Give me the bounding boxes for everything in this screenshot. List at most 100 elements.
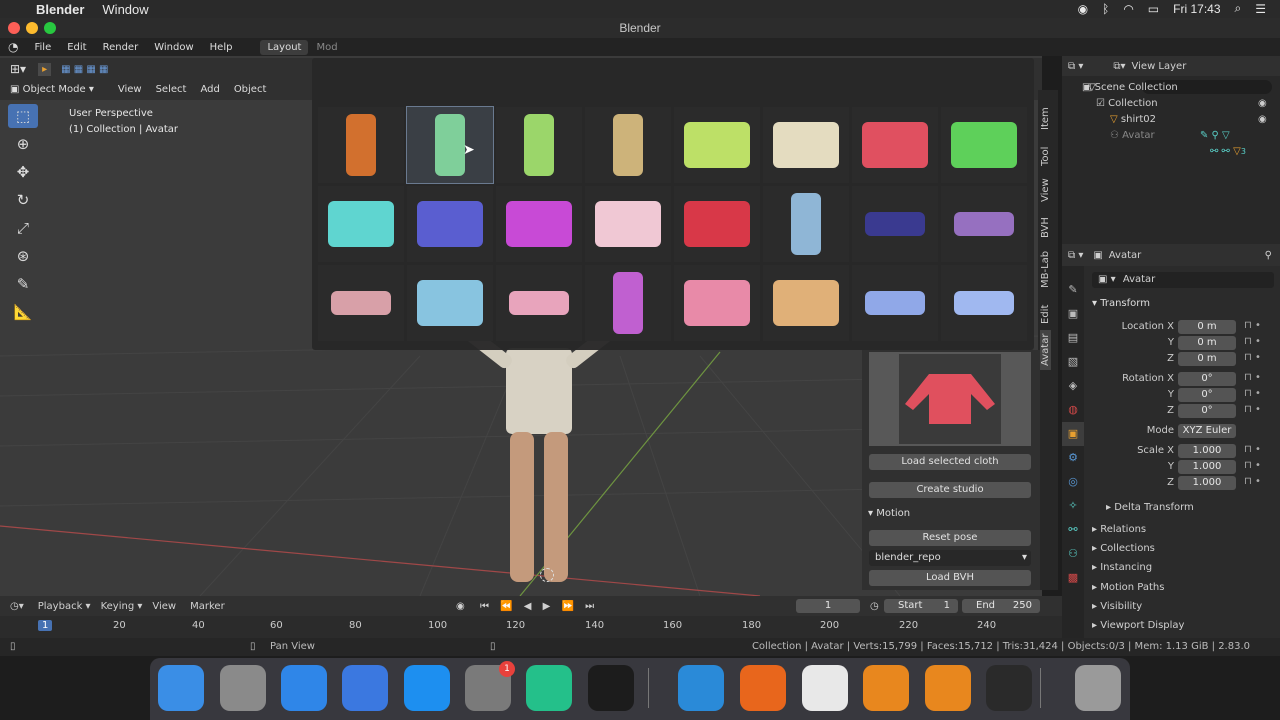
transform-row-value[interactable]: 0°	[1178, 372, 1236, 386]
annotate-tool-icon[interactable]: ✎	[8, 272, 38, 296]
physics-tab-icon[interactable]: ✧	[1062, 494, 1084, 518]
transform-row-value[interactable]: 1.000	[1178, 444, 1236, 458]
tab-avatar[interactable]: Avatar	[1040, 329, 1051, 370]
modifier-tab-icon[interactable]: ⚙	[1062, 446, 1084, 470]
safari-icon[interactable]	[281, 665, 327, 711]
spotlight-icon[interactable]: ⌕	[1235, 1, 1242, 16]
motion-section-header[interactable]: ▾ Motion	[868, 508, 910, 519]
record-button-icon[interactable]: ◉	[456, 601, 465, 612]
lock-icon[interactable]: ⊓ •	[1244, 352, 1261, 363]
pycharm-icon[interactable]	[526, 665, 572, 711]
properties-section[interactable]: ▸ Instancing	[1092, 558, 1184, 577]
cloth-thumbnail[interactable]	[407, 186, 493, 262]
properties-section[interactable]: ▸ Viewport Display	[1092, 616, 1184, 635]
cloth-thumbnail[interactable]	[852, 265, 938, 341]
move-tool-icon[interactable]: ✥	[8, 160, 38, 184]
cloth-thumbnail[interactable]	[318, 186, 404, 262]
cloth-thumbnail[interactable]	[941, 186, 1027, 262]
select-mode-icons[interactable]: ▦ ▦ ▦ ▦	[61, 64, 108, 75]
cloth-thumbnail[interactable]	[585, 186, 671, 262]
tool-tab-icon[interactable]: ✎	[1062, 278, 1084, 302]
tab-edit[interactable]: Edit	[1040, 305, 1051, 324]
tab-bvh[interactable]: BVH	[1040, 217, 1051, 238]
tree-scene-collection[interactable]: ▣ Scene Collection	[1082, 80, 1178, 96]
object-tab-icon[interactable]: ▣	[1062, 422, 1084, 446]
notification-center-icon[interactable]: ☰	[1255, 2, 1266, 16]
select-tool-icon[interactable]: ⬚	[8, 104, 38, 128]
blender-icon[interactable]	[863, 665, 909, 711]
record-icon[interactable]: ◉	[1078, 2, 1088, 16]
object-mode-dropdown[interactable]: ▣ Object Mode ▾	[10, 84, 94, 95]
cloth-thumbnail[interactable]	[763, 265, 849, 341]
cloth-thumbnail[interactable]	[941, 107, 1027, 183]
tab-tool[interactable]: Tool	[1040, 147, 1051, 166]
app-store-icon[interactable]	[404, 665, 450, 711]
transform-row-value[interactable]: 0°	[1178, 388, 1236, 402]
eye-icon[interactable]: ◉	[1258, 114, 1267, 125]
launchpad-icon[interactable]	[220, 665, 266, 711]
zoom-window-icon[interactable]	[44, 22, 56, 34]
menu-object[interactable]: Object	[234, 84, 267, 95]
current-frame-field[interactable]: 1	[796, 599, 860, 613]
cloth-thumbnail[interactable]	[585, 107, 671, 183]
end-frame-field[interactable]: End 250	[962, 599, 1040, 613]
menu-playback[interactable]: Playback ▾	[38, 601, 91, 612]
view-layer-tab-icon[interactable]: ▧	[1062, 350, 1084, 374]
cloth-thumbnail[interactable]	[674, 265, 760, 341]
clock[interactable]: Fri 17:43	[1173, 2, 1220, 16]
reset-pose-button[interactable]: Reset pose	[869, 530, 1031, 546]
blender-2-icon[interactable]	[925, 665, 971, 711]
transform-row-value[interactable]: 0 m	[1178, 320, 1236, 334]
particles-tab-icon[interactable]: ◎	[1062, 470, 1084, 494]
cloth-thumbnail[interactable]	[674, 107, 760, 183]
create-studio-button[interactable]: Create studio	[869, 482, 1031, 498]
stopwatch-icon[interactable]: ◷	[870, 601, 879, 612]
blender-logo-icon[interactable]: ◔	[0, 40, 26, 54]
timeline-ruler[interactable]: 1 20 40 60 80 100 120 140 160 180 200 220 240	[0, 618, 1062, 636]
properties-section[interactable]: ▸ Visibility	[1092, 597, 1184, 616]
scale-tool-icon[interactable]: ⤢	[8, 216, 38, 240]
cloth-thumbnail[interactable]	[585, 265, 671, 341]
cloth-thumbnail[interactable]	[852, 107, 938, 183]
tree-avatar[interactable]: ⚇ Avatar	[1082, 128, 1178, 144]
transform-section-header[interactable]: ▾ Transform	[1092, 298, 1150, 309]
measure-tool-icon[interactable]: 📐	[8, 300, 38, 324]
3d-cursor-icon[interactable]	[540, 568, 554, 582]
lock-icon[interactable]: ⊓ •	[1244, 388, 1261, 399]
tab-mb-lab[interactable]: MB-Lab	[1040, 251, 1051, 288]
transform-row-value[interactable]: 1.000	[1178, 460, 1236, 474]
menu-select[interactable]: Select	[156, 84, 187, 95]
menu-help[interactable]: Help	[202, 42, 241, 53]
battery-icon[interactable]: ▭	[1148, 2, 1159, 16]
cloth-thumbnail[interactable]	[496, 107, 582, 183]
menu-file[interactable]: File	[26, 42, 59, 53]
properties-section[interactable]: ▸ Motion Paths	[1092, 578, 1184, 597]
tree-shirt[interactable]: ▽ shirt02	[1082, 112, 1178, 128]
render-tab-icon[interactable]: ▣	[1062, 302, 1084, 326]
quicktime-icon[interactable]	[986, 665, 1032, 711]
lock-icon[interactable]: ⊓ •	[1244, 372, 1261, 383]
transform-tool-icon[interactable]: ⊛	[8, 244, 38, 268]
finder-icon[interactable]	[158, 665, 204, 711]
output-tab-icon[interactable]: ▤	[1062, 326, 1084, 350]
tab-view[interactable]: View	[1040, 178, 1051, 202]
system-preferences-icon[interactable]: 1	[465, 661, 515, 711]
lock-icon[interactable]: ⊓ •	[1244, 460, 1261, 471]
menu-window[interactable]: Window	[146, 42, 201, 53]
menu-render[interactable]: Render	[95, 42, 147, 53]
rotate-tool-icon[interactable]: ↻	[8, 188, 38, 212]
cloth-thumbnail[interactable]	[852, 186, 938, 262]
world-tab-icon[interactable]: ◍	[1062, 398, 1084, 422]
load-bvh-button[interactable]: Load BVH	[869, 570, 1031, 586]
delta-transform-section[interactable]: ▸ Delta Transform	[1106, 502, 1194, 513]
terminal-icon[interactable]	[588, 665, 634, 711]
cloth-thumbnail[interactable]	[763, 186, 849, 262]
select-box-icon[interactable]: ▸	[38, 62, 52, 76]
view-layer-name[interactable]: View Layer	[1132, 61, 1187, 72]
properties-section[interactable]: ▸ Collections	[1092, 539, 1184, 558]
menu-keying[interactable]: Keying ▾	[101, 601, 143, 612]
transform-row-value[interactable]: 0 m	[1178, 352, 1236, 366]
cloth-thumbnail[interactable]	[941, 265, 1027, 341]
minimize-window-icon[interactable]	[26, 22, 38, 34]
workspace-tab-modeling[interactable]: Mod	[308, 42, 345, 53]
